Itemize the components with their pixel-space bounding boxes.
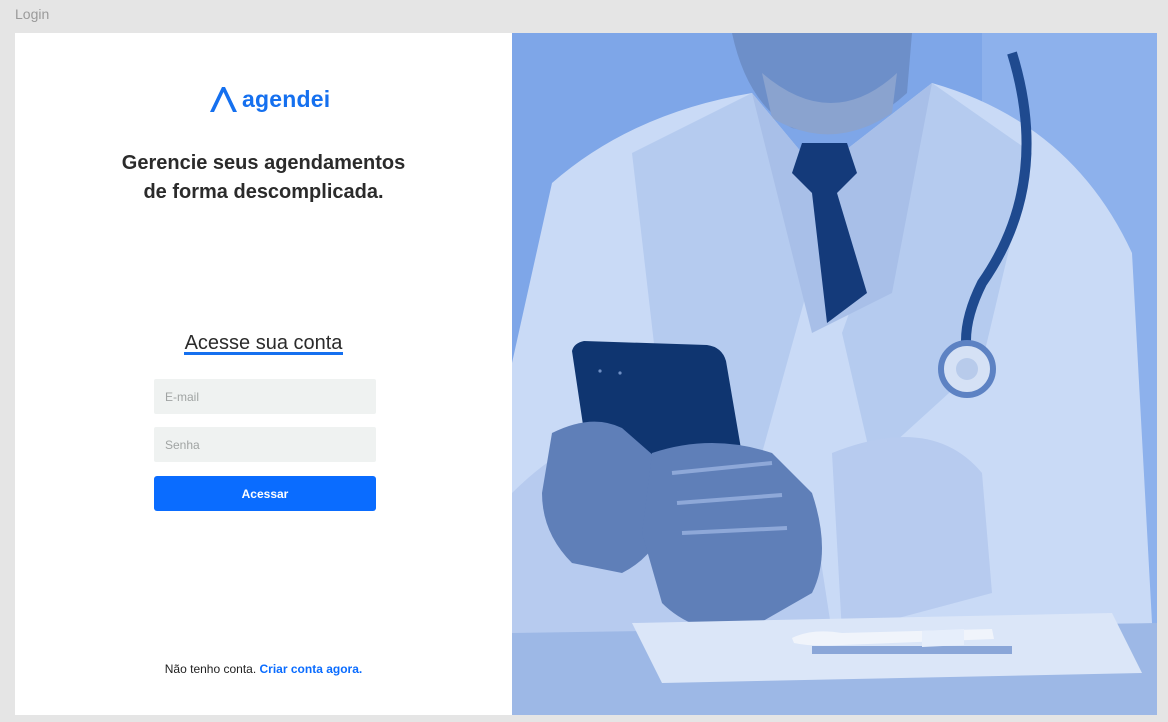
brand-logo[interactable]: agendei — [208, 83, 330, 115]
create-account-link[interactable]: Criar conta agora. — [260, 662, 363, 676]
headline-line-2: de forma descomplicada. — [143, 181, 384, 203]
agendei-logo-icon — [210, 87, 237, 112]
password-input[interactable] — [154, 427, 376, 462]
login-page: agendei Gerencie seus agendamentos de fo… — [15, 33, 1157, 715]
headline-line-1: Gerencie seus agendamentos — [121, 152, 406, 174]
email-input[interactable] — [154, 379, 376, 414]
login-title-text: Acesse sua conta — [183, 332, 344, 355]
brand-name: agendei — [242, 85, 331, 112]
hero-image — [512, 33, 1157, 715]
login-panel: agendei Gerencie seus agendamentos de fo… — [15, 33, 512, 715]
doctor-with-phone-illustration — [512, 33, 1157, 715]
login-title: Acesse sua conta — [15, 331, 512, 355]
headline: Gerencie seus agendamentos de forma desc… — [15, 149, 512, 207]
frame-label: Login — [15, 6, 50, 22]
signup-prompt: Não tenho conta. — [164, 662, 257, 676]
login-button[interactable]: Acessar — [154, 476, 376, 511]
signup-row: Não tenho conta. Criar conta agora. — [15, 662, 512, 676]
